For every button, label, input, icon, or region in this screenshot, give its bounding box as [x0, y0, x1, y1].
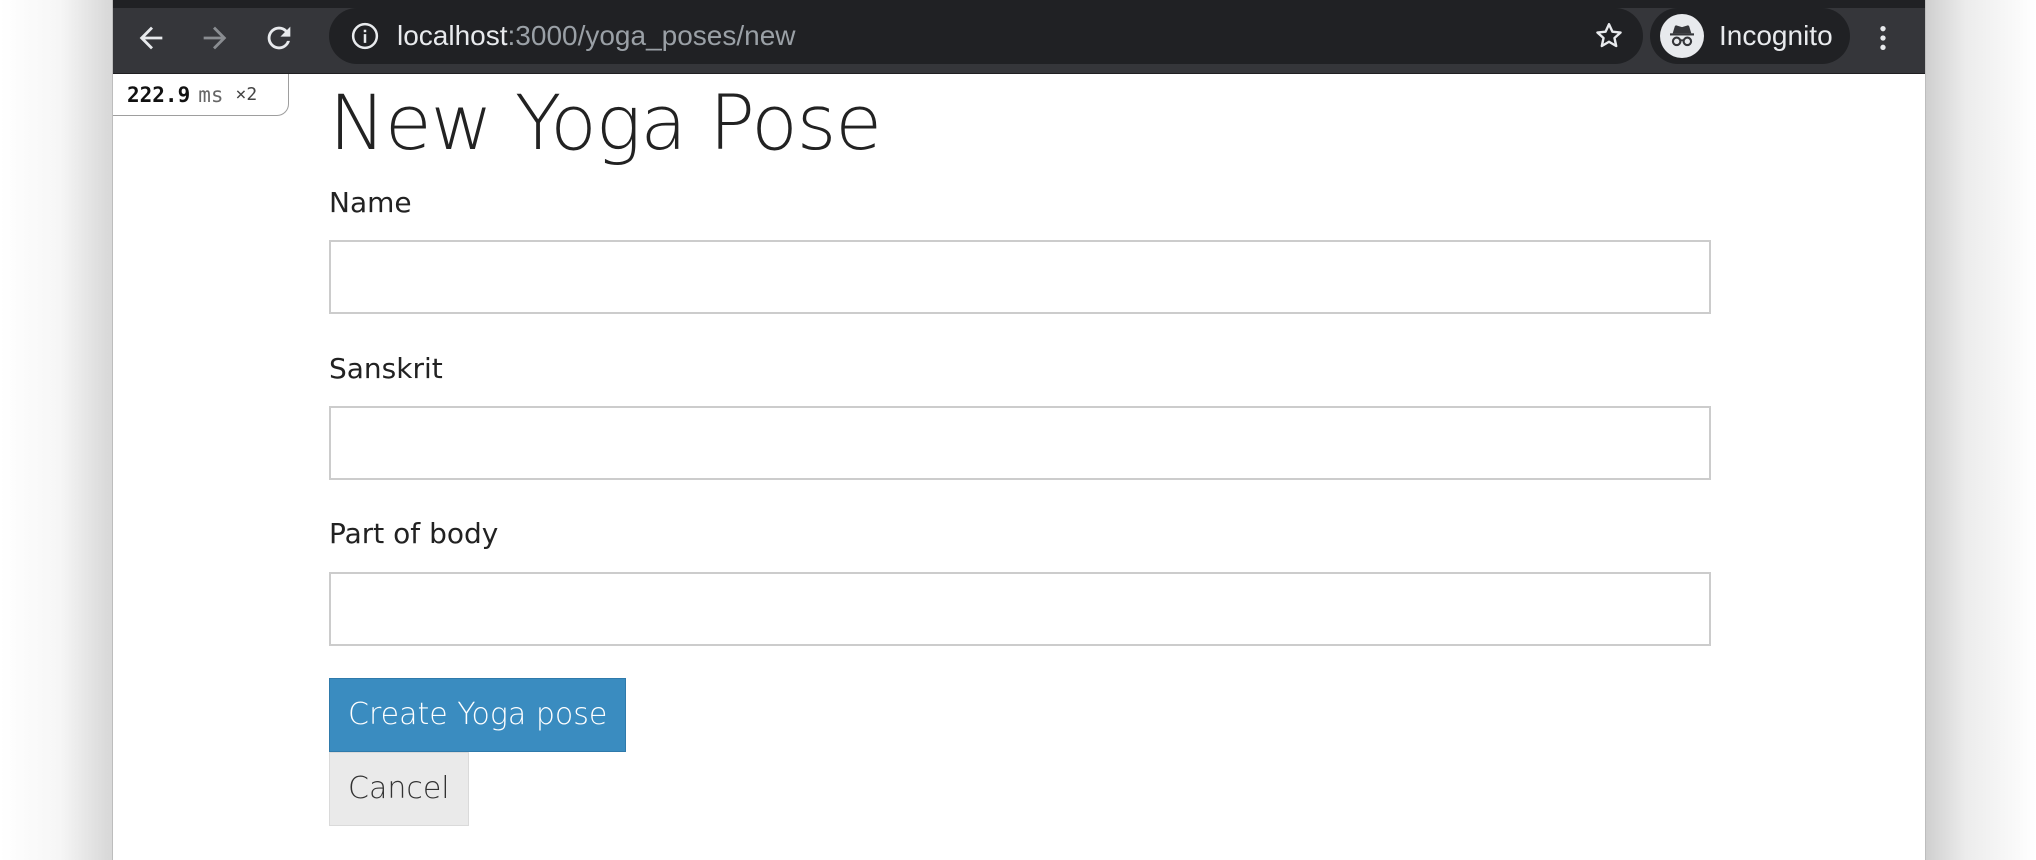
- incognito-icon: [1660, 14, 1704, 58]
- part-of-body-label: Part of body: [329, 517, 499, 550]
- page-title: New Yoga Pose: [329, 78, 882, 167]
- incognito-label: Incognito: [1719, 20, 1833, 51]
- name-label: Name: [329, 186, 412, 219]
- arrow-left-icon: [139, 26, 163, 50]
- sanskrit-label: Sanskrit: [329, 352, 443, 385]
- star-icon[interactable]: [1591, 18, 1627, 54]
- create-yoga-pose-button[interactable]: Create Yoga pose: [329, 678, 627, 752]
- browser-toolbar: localhost:3000/yoga_poses/new Incognito: [113, 0, 1925, 74]
- part-of-body-field[interactable]: [329, 572, 1711, 646]
- back-button[interactable]: [127, 14, 175, 62]
- url-host: localhost: [397, 20, 508, 51]
- profiler-time: 222.9: [127, 82, 191, 107]
- forward-button[interactable]: [191, 14, 239, 62]
- url-path: :3000/yoga_poses/new: [507, 20, 796, 51]
- window-shadow: [1926, 0, 2036, 860]
- sanskrit-field[interactable]: [329, 406, 1711, 480]
- reload-icon: [267, 26, 291, 50]
- profiler-badge[interactable]: 222.9 ms ×2: [113, 74, 289, 116]
- name-field[interactable]: [329, 240, 1711, 314]
- browser-window: localhost:3000/yoga_poses/new Incognito: [112, 0, 1926, 860]
- cancel-button[interactable]: Cancel: [329, 752, 469, 826]
- profiler-count: ×2: [235, 84, 258, 105]
- arrow-right-icon: [203, 26, 227, 50]
- address-bar[interactable]: localhost:3000/yoga_poses/new: [329, 8, 1643, 64]
- info-icon[interactable]: [349, 20, 381, 52]
- url-text[interactable]: localhost:3000/yoga_poses/new: [397, 21, 796, 51]
- incognito-profile-button[interactable]: Incognito: [1650, 8, 1850, 64]
- profiler-unit: ms: [198, 82, 224, 107]
- kebab-menu-icon[interactable]: [1859, 14, 1907, 62]
- reload-button[interactable]: [255, 14, 303, 62]
